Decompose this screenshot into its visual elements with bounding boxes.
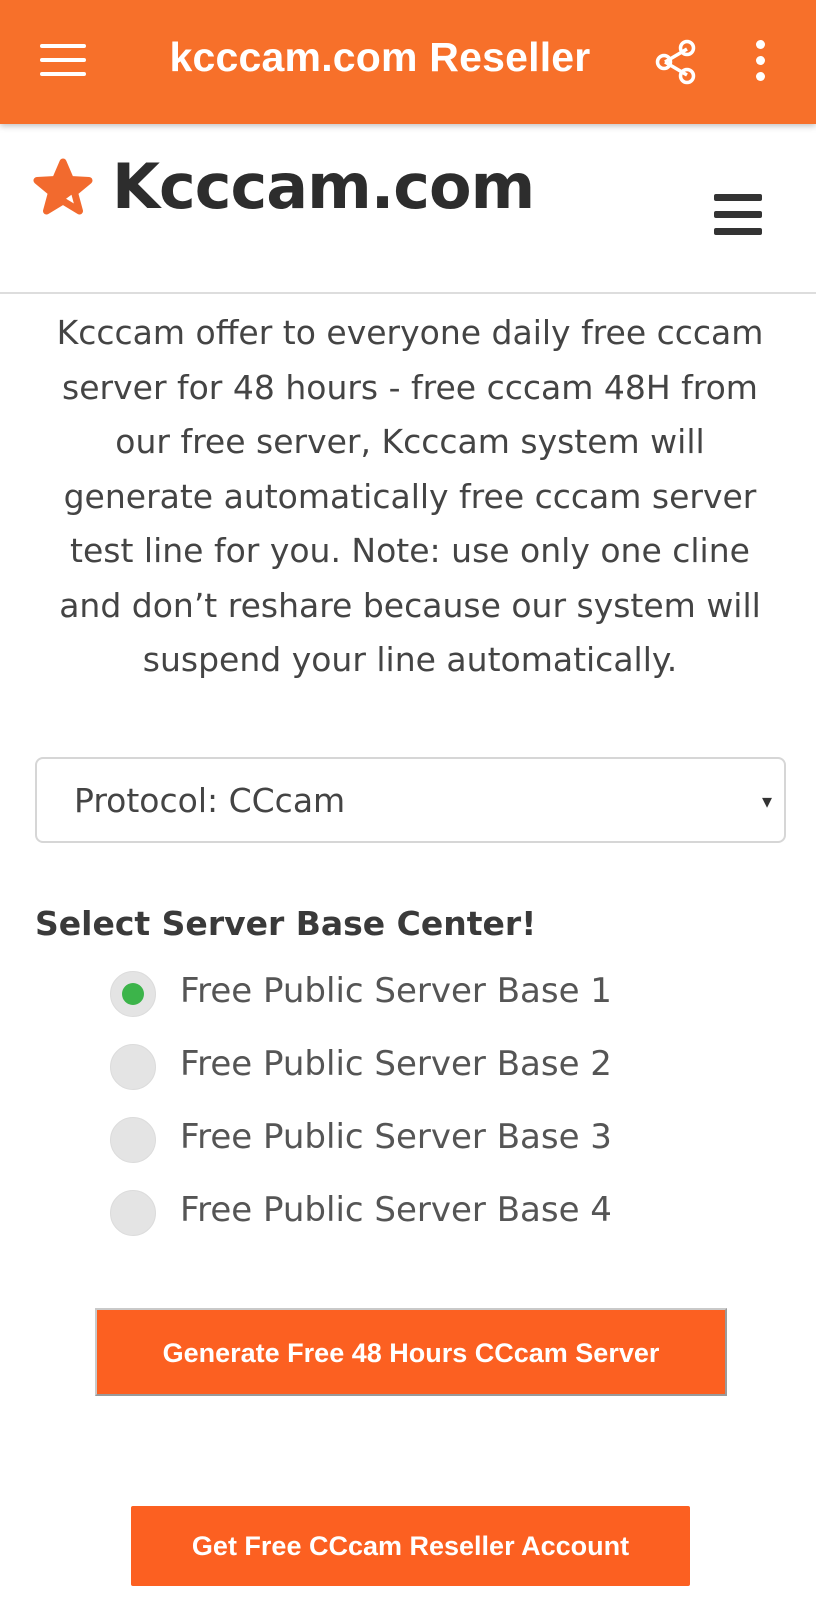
app-bar-title: kcccam.com Reseller xyxy=(169,34,591,80)
share-icon[interactable] xyxy=(652,38,700,86)
protocol-select-value: Protocol: CCcam xyxy=(74,781,346,820)
server-option-label: Free Public Server Base 2 xyxy=(180,1044,612,1084)
site-logo-text[interactable]: Kcccam.com xyxy=(112,150,535,223)
star-icon xyxy=(32,158,94,218)
server-option-label: Free Public Server Base 1 xyxy=(180,971,612,1011)
radio-button-checked[interactable] xyxy=(110,971,156,1017)
server-option-label: Free Public Server Base 4 xyxy=(180,1190,612,1230)
radio-button[interactable] xyxy=(110,1044,156,1090)
radio-button[interactable] xyxy=(110,1190,156,1236)
app-bar: kcccam.com Reseller xyxy=(0,0,816,124)
reseller-account-button[interactable]: Get Free CCcam Reseller Account xyxy=(131,1506,690,1586)
chevron-down-icon: ▾ xyxy=(761,789,772,813)
site-menu-icon[interactable] xyxy=(714,194,762,236)
server-option-label: Free Public Server Base 3 xyxy=(180,1117,612,1157)
server-section-title: Select Server Base Center! xyxy=(35,904,537,943)
generate-server-button[interactable]: Generate Free 48 Hours CCcam Server xyxy=(95,1308,727,1396)
protocol-select[interactable]: Protocol: CCcam ▾ xyxy=(35,757,786,843)
intro-paragraph: Kcccam offer to everyone daily free ccca… xyxy=(56,313,764,679)
more-vertical-icon[interactable] xyxy=(752,40,768,84)
radio-button[interactable] xyxy=(110,1117,156,1163)
site-header: Kcccam.com xyxy=(0,124,816,294)
